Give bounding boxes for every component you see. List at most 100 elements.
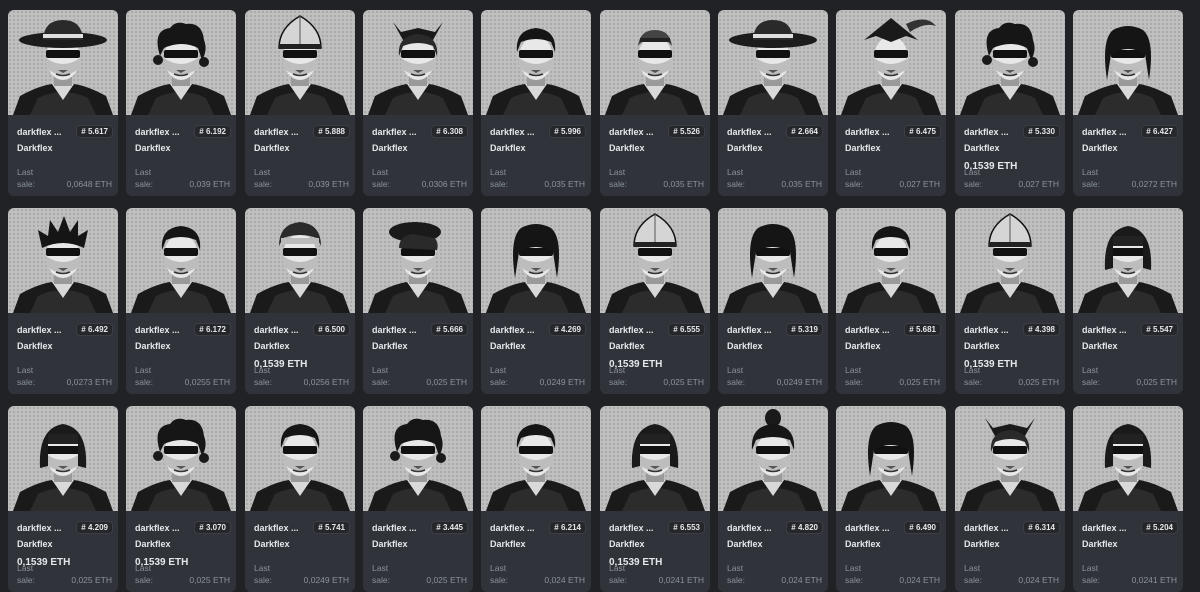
nft-card[interactable]: darkflex ... # 5.526 Darkflex Last sale:… (600, 10, 710, 196)
collection-name[interactable]: Darkflex (727, 341, 763, 351)
nft-name[interactable]: darkflex ... (372, 523, 417, 533)
nft-name[interactable]: darkflex ... (254, 325, 299, 335)
nft-image[interactable] (836, 208, 946, 313)
nft-card[interactable]: darkflex ... # 4.269 Darkflex Last sale:… (481, 208, 591, 394)
collection-name[interactable]: Darkflex (372, 143, 408, 153)
collection-name[interactable]: Darkflex (372, 341, 408, 351)
nft-name[interactable]: darkflex ... (490, 523, 535, 533)
nft-image[interactable] (8, 208, 118, 313)
collection-name[interactable]: Darkflex (727, 143, 763, 153)
nft-card[interactable]: darkflex ... # 5.330 Darkflex 0,1539 ETH… (955, 10, 1065, 196)
collection-name[interactable]: Darkflex (964, 341, 1000, 351)
collection-name[interactable]: Darkflex (964, 143, 1000, 153)
nft-name[interactable]: darkflex ... (17, 523, 62, 533)
nft-name[interactable]: darkflex ... (490, 325, 535, 335)
nft-image[interactable] (600, 208, 710, 313)
collection-name[interactable]: Darkflex (1082, 341, 1118, 351)
collection-name[interactable]: Darkflex (372, 539, 408, 549)
nft-name[interactable]: darkflex ... (964, 127, 1009, 137)
nft-card[interactable]: darkflex ... # 6.172 Darkflex Last sale:… (126, 208, 236, 394)
nft-card[interactable]: darkflex ... # 6.475 Darkflex Last sale:… (836, 10, 946, 196)
nft-image[interactable] (245, 10, 355, 115)
nft-image[interactable] (481, 10, 591, 115)
nft-card[interactable]: darkflex ... # 6.308 Darkflex Last sale:… (363, 10, 473, 196)
nft-card[interactable]: darkflex ... # 6.492 Darkflex Last sale:… (8, 208, 118, 394)
nft-name[interactable]: darkflex ... (727, 127, 772, 137)
nft-card[interactable]: darkflex ... # 4.209 Darkflex 0,1539 ETH… (8, 406, 118, 592)
collection-name[interactable]: Darkflex (17, 539, 53, 549)
nft-card[interactable]: darkflex ... # 6.314 Darkflex Last sale:… (955, 406, 1065, 592)
nft-card[interactable]: darkflex ... # 5.888 Darkflex Last sale:… (245, 10, 355, 196)
collection-name[interactable]: Darkflex (17, 341, 53, 351)
nft-name[interactable]: darkflex ... (372, 325, 417, 335)
collection-name[interactable]: Darkflex (964, 539, 1000, 549)
nft-image[interactable] (1073, 208, 1183, 313)
collection-name[interactable]: Darkflex (1082, 143, 1118, 153)
collection-name[interactable]: Darkflex (1082, 539, 1118, 549)
collection-name[interactable]: Darkflex (845, 341, 881, 351)
collection-name[interactable]: Darkflex (254, 539, 290, 549)
nft-name[interactable]: darkflex ... (135, 127, 180, 137)
nft-name[interactable]: darkflex ... (609, 523, 654, 533)
nft-image[interactable] (955, 406, 1065, 511)
nft-card[interactable]: darkflex ... # 6.500 Darkflex 0,1539 ETH… (245, 208, 355, 394)
nft-card[interactable]: darkflex ... # 5.547 Darkflex Last sale:… (1073, 208, 1183, 394)
nft-image[interactable] (718, 208, 828, 313)
nft-image[interactable] (363, 208, 473, 313)
nft-image[interactable] (1073, 406, 1183, 511)
collection-name[interactable]: Darkflex (490, 539, 526, 549)
nft-name[interactable]: darkflex ... (490, 127, 535, 137)
collection-name[interactable]: Darkflex (609, 143, 645, 153)
nft-name[interactable]: darkflex ... (254, 523, 299, 533)
nft-card[interactable]: darkflex ... # 3.070 Darkflex 0,1539 ETH… (126, 406, 236, 592)
nft-card[interactable]: darkflex ... # 5.204 Darkflex Last sale:… (1073, 406, 1183, 592)
collection-name[interactable]: Darkflex (254, 341, 290, 351)
nft-image[interactable] (481, 208, 591, 313)
collection-name[interactable]: Darkflex (17, 143, 53, 153)
nft-name[interactable]: darkflex ... (135, 523, 180, 533)
nft-name[interactable]: darkflex ... (372, 127, 417, 137)
nft-card[interactable]: darkflex ... # 6.214 Darkflex Last sale:… (481, 406, 591, 592)
nft-card[interactable]: darkflex ... # 6.490 Darkflex Last sale:… (836, 406, 946, 592)
nft-card[interactable]: darkflex ... # 6.555 Darkflex 0,1539 ETH… (600, 208, 710, 394)
nft-card[interactable]: darkflex ... # 3.445 Darkflex Last sale:… (363, 406, 473, 592)
nft-card[interactable]: darkflex ... # 6.192 Darkflex Last sale:… (126, 10, 236, 196)
collection-name[interactable]: Darkflex (845, 539, 881, 549)
nft-name[interactable]: darkflex ... (727, 523, 772, 533)
nft-image[interactable] (718, 10, 828, 115)
nft-image[interactable] (836, 10, 946, 115)
nft-card[interactable]: darkflex ... # 5.681 Darkflex Last sale:… (836, 208, 946, 394)
nft-name[interactable]: darkflex ... (609, 127, 654, 137)
nft-name[interactable]: darkflex ... (845, 325, 890, 335)
collection-name[interactable]: Darkflex (254, 143, 290, 153)
nft-image[interactable] (245, 208, 355, 313)
nft-image[interactable] (600, 406, 710, 511)
nft-image[interactable] (126, 406, 236, 511)
nft-image[interactable] (363, 10, 473, 115)
collection-name[interactable]: Darkflex (609, 539, 645, 549)
nft-image[interactable] (718, 406, 828, 511)
nft-card[interactable]: darkflex ... # 5.666 Darkflex Last sale:… (363, 208, 473, 394)
nft-image[interactable] (955, 10, 1065, 115)
nft-card[interactable]: darkflex ... # 5.996 Darkflex Last sale:… (481, 10, 591, 196)
nft-image[interactable] (1073, 10, 1183, 115)
nft-image[interactable] (481, 406, 591, 511)
nft-image[interactable] (363, 406, 473, 511)
nft-card[interactable]: darkflex ... # 4.398 Darkflex 0,1539 ETH… (955, 208, 1065, 394)
nft-card[interactable]: darkflex ... # 4.820 Darkflex Last sale:… (718, 406, 828, 592)
nft-card[interactable]: darkflex ... # 5.741 Darkflex Last sale:… (245, 406, 355, 592)
nft-name[interactable]: darkflex ... (609, 325, 654, 335)
nft-image[interactable] (8, 406, 118, 511)
collection-name[interactable]: Darkflex (845, 143, 881, 153)
collection-name[interactable]: Darkflex (609, 341, 645, 351)
nft-card[interactable]: darkflex ... # 6.553 Darkflex 0,1539 ETH… (600, 406, 710, 592)
collection-name[interactable]: Darkflex (135, 539, 171, 549)
nft-image[interactable] (126, 208, 236, 313)
nft-image[interactable] (8, 10, 118, 115)
nft-name[interactable]: darkflex ... (135, 325, 180, 335)
collection-name[interactable]: Darkflex (135, 341, 171, 351)
nft-name[interactable]: darkflex ... (17, 127, 62, 137)
nft-name[interactable]: darkflex ... (1082, 325, 1127, 335)
nft-name[interactable]: darkflex ... (727, 325, 772, 335)
nft-name[interactable]: darkflex ... (845, 127, 890, 137)
